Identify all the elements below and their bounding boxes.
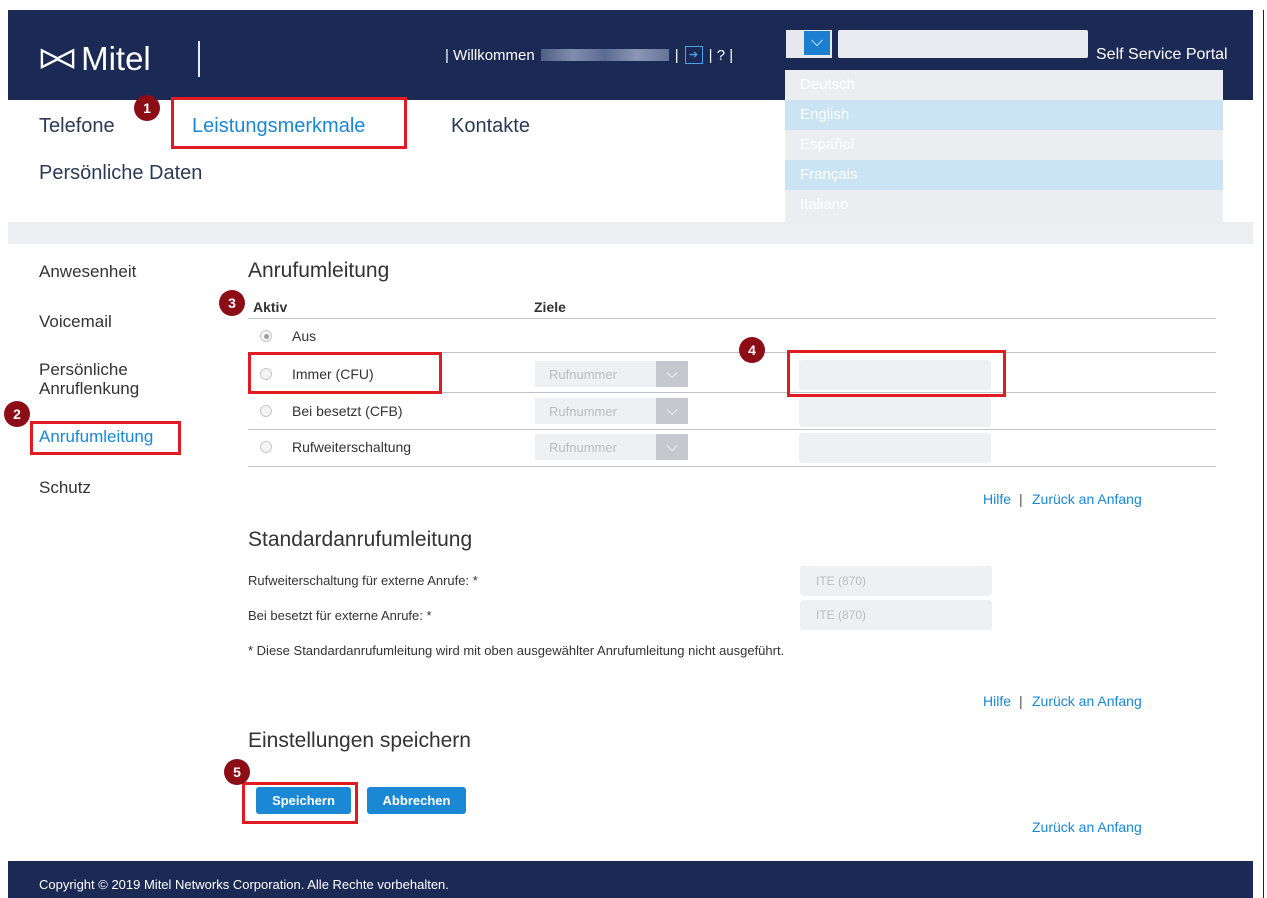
radio-bei-besetzt-cfb[interactable] (260, 405, 272, 417)
target-number-rufweiterschaltung[interactable] (799, 433, 991, 463)
highlight-box-immer-cfu (248, 352, 442, 394)
sidebar-item-label: Persönliche (39, 360, 128, 379)
target-select-rufweiterschaltung[interactable]: Rufnummer ⌵ (535, 434, 688, 460)
link-separator: | (1019, 491, 1023, 507)
option-label-bei-besetzt-cfb: Bei besetzt (CFB) (292, 403, 403, 419)
back-to-top-link[interactable]: Zurück an Anfang (1032, 491, 1142, 507)
logo-text: Mitel (81, 40, 151, 77)
portal-title: Self Service Portal (1096, 46, 1228, 63)
language-option[interactable]: Español (785, 130, 1223, 160)
language-option[interactable]: English (785, 100, 1223, 130)
option-label-aus: Aus (292, 328, 317, 344)
language-option[interactable]: Deutsch (785, 70, 1223, 100)
copyright-text: Copyright © 2019 Mitel Networks Corporat… (39, 877, 449, 892)
chevron-down-icon: ⌵ (804, 31, 830, 55)
help-link[interactable]: | ? | (709, 47, 733, 64)
field-value: ITE (870) (816, 608, 867, 622)
sidebar-item-label: Anruflenkung (39, 379, 140, 398)
window-edge (1263, 10, 1264, 898)
section-title-standardanrufumleitung: Standardanrufumleitung (248, 528, 473, 551)
nav-kontakte[interactable]: Kontakte (451, 115, 530, 138)
table-rule (248, 466, 1216, 467)
back-to-top-link[interactable]: Zurück an Anfang (1032, 693, 1142, 709)
back-to-top-link[interactable]: Zurück an Anfang (1032, 819, 1142, 835)
separator: | (674, 46, 679, 64)
link-separator: | (1019, 693, 1023, 709)
radio-aus[interactable] (260, 330, 272, 342)
highlight-box-anrufumleitung (30, 421, 181, 455)
chevron-down-icon: ⌵ (656, 361, 688, 387)
cancel-button[interactable]: Abbrechen (367, 787, 466, 814)
blurred-username (540, 49, 669, 61)
nav-telefone[interactable]: Telefone (39, 115, 115, 138)
field-value: ITE (870) (816, 574, 867, 588)
user-links: | Willkommen | ➔ | ? | (445, 46, 733, 64)
sidebar-item-schutz[interactable]: Schutz (39, 478, 91, 498)
select-value: Rufnummer (549, 440, 617, 455)
step-badge-2: 2 (4, 401, 30, 427)
logout-icon[interactable]: ➔ (684, 46, 703, 64)
mitel-logo-icon: ᐅᐊ (38, 43, 77, 75)
sidebar-item-anwesenheit[interactable]: Anwesenheit (39, 262, 136, 282)
radio-rufweiterschaltung[interactable] (260, 441, 272, 453)
nav-divider-band (8, 222, 1253, 244)
language-option[interactable]: Français (785, 160, 1223, 190)
table-rule (248, 429, 1216, 430)
chevron-down-icon: ⌵ (656, 398, 688, 424)
external-forward-field[interactable]: ITE (870) (800, 566, 992, 596)
sidebar-item-anruflenkung[interactable]: Persönliche Anruflenkung (39, 360, 139, 398)
sidebar-item-voicemail[interactable]: Voicemail (39, 312, 112, 332)
target-select-cfb[interactable]: Rufnummer ⌵ (535, 398, 688, 424)
external-busy-field[interactable]: ITE (870) (800, 600, 992, 630)
language-select-field[interactable] (838, 30, 1088, 58)
highlight-box-leistungsmerkmale (171, 97, 407, 149)
section-title-einstellungen-speichern: Einstellungen speichern (248, 729, 471, 752)
help-link[interactable]: Hilfe (983, 693, 1011, 709)
language-dropdown: Deutsch English Español Français Italian… (785, 70, 1223, 222)
nav-persoenliche-daten[interactable]: Persönliche Daten (39, 162, 202, 185)
welcome-text: | Willkommen (445, 46, 535, 64)
default-forward-note: * Diese Standardanrufumleitung wird mit … (248, 643, 785, 658)
footer: Copyright © 2019 Mitel Networks Corporat… (8, 861, 1253, 898)
step-badge-5: 5 (224, 759, 250, 785)
external-forward-label: Rufweiterschaltung für externe Anrufe: * (248, 573, 478, 588)
highlight-box-target-number (787, 350, 1006, 397)
language-select-button[interactable]: ⌵ (786, 30, 832, 58)
language-option[interactable]: Italiano (785, 190, 1223, 220)
table-rule (248, 318, 1216, 319)
column-header-aktiv: Aktiv (253, 299, 288, 315)
column-header-ziele: Ziele (534, 299, 566, 315)
external-busy-label: Bei besetzt für externe Anrufe: * (248, 608, 432, 623)
option-label-rufweiterschaltung: Rufweiterschaltung (292, 439, 412, 455)
highlight-box-save (242, 782, 358, 824)
step-badge-3: 3 (219, 290, 245, 316)
select-value: Rufnummer (549, 404, 617, 419)
target-number-cfb[interactable] (799, 397, 991, 427)
chevron-down-icon: ⌵ (656, 434, 688, 460)
step-badge-1: 1 (134, 95, 160, 121)
target-select-cfu[interactable]: Rufnummer ⌵ (535, 361, 688, 387)
mitel-logo: ᐅᐊ Mitel (38, 40, 151, 78)
select-value: Rufnummer (549, 367, 617, 382)
section-title-anrufumleitung: Anrufumleitung (248, 259, 390, 282)
help-link[interactable]: Hilfe (983, 491, 1011, 507)
logo-divider (198, 41, 200, 77)
step-badge-4: 4 (739, 337, 765, 363)
